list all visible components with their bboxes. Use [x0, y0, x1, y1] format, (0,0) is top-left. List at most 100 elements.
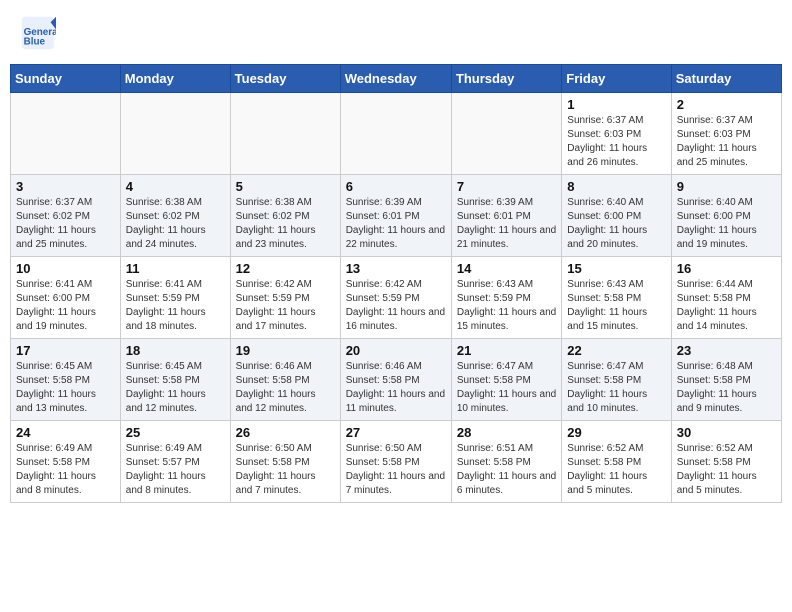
calendar-cell: 20 Sunrise: 6:46 AM Sunset: 5:58 PM Dayli… [340, 339, 451, 421]
day-info: Sunrise: 6:37 AM Sunset: 6:03 PM Dayligh… [677, 114, 776, 170]
day-number: 11 [126, 261, 225, 276]
day-number: 26 [236, 425, 335, 440]
calendar-week-row: 3 Sunrise: 6:37 AM Sunset: 6:02 PM Daylig… [11, 175, 782, 257]
day-number: 10 [16, 261, 115, 276]
day-number: 17 [16, 343, 115, 358]
day-info: Sunrise: 6:47 AM Sunset: 5:58 PM Dayligh… [457, 360, 556, 416]
day-number: 27 [346, 425, 446, 440]
calendar-cell: 30 Sunrise: 6:52 AM Sunset: 5:58 PM Dayli… [671, 421, 781, 503]
day-info: Sunrise: 6:52 AM Sunset: 5:58 PM Dayligh… [677, 442, 776, 498]
calendar-cell: 16 Sunrise: 6:44 AM Sunset: 5:58 PM Dayli… [671, 257, 781, 339]
day-info: Sunrise: 6:50 AM Sunset: 5:58 PM Dayligh… [346, 442, 446, 498]
calendar-cell [120, 93, 230, 175]
calendar-cell: 9 Sunrise: 6:40 AM Sunset: 6:00 PM Daylig… [671, 175, 781, 257]
day-info: Sunrise: 6:40 AM Sunset: 6:00 PM Dayligh… [567, 196, 665, 252]
calendar-cell: 28 Sunrise: 6:51 AM Sunset: 5:58 PM Dayli… [451, 421, 561, 503]
day-number: 4 [126, 179, 225, 194]
day-number: 7 [457, 179, 556, 194]
day-number: 12 [236, 261, 335, 276]
calendar-cell: 10 Sunrise: 6:41 AM Sunset: 6:00 PM Dayli… [11, 257, 121, 339]
day-info: Sunrise: 6:42 AM Sunset: 5:59 PM Dayligh… [236, 278, 335, 334]
day-info: Sunrise: 6:43 AM Sunset: 5:58 PM Dayligh… [567, 278, 665, 334]
weekday-header: Sunday [11, 65, 121, 93]
calendar-cell [340, 93, 451, 175]
calendar-cell: 26 Sunrise: 6:50 AM Sunset: 5:58 PM Dayli… [230, 421, 340, 503]
day-number: 5 [236, 179, 335, 194]
logo: General Blue [20, 15, 60, 51]
svg-text:Blue: Blue [24, 37, 46, 48]
calendar-cell: 5 Sunrise: 6:38 AM Sunset: 6:02 PM Daylig… [230, 175, 340, 257]
day-info: Sunrise: 6:41 AM Sunset: 6:00 PM Dayligh… [16, 278, 115, 334]
day-number: 8 [567, 179, 665, 194]
day-info: Sunrise: 6:40 AM Sunset: 6:00 PM Dayligh… [677, 196, 776, 252]
weekday-header: Friday [562, 65, 671, 93]
day-info: Sunrise: 6:51 AM Sunset: 5:58 PM Dayligh… [457, 442, 556, 498]
day-number: 13 [346, 261, 446, 276]
day-info: Sunrise: 6:39 AM Sunset: 6:01 PM Dayligh… [457, 196, 556, 252]
calendar-cell: 1Sunrise: 6:37 AM Sunset: 6:03 PM Daylig… [562, 93, 671, 175]
day-number: 9 [677, 179, 776, 194]
day-number: 15 [567, 261, 665, 276]
calendar-cell: 11 Sunrise: 6:41 AM Sunset: 5:59 PM Dayli… [120, 257, 230, 339]
day-number: 19 [236, 343, 335, 358]
calendar-cell: 14Sunrise: 6:43 AM Sunset: 5:59 PM Dayli… [451, 257, 561, 339]
weekday-header: Wednesday [340, 65, 451, 93]
calendar-cell: 27 Sunrise: 6:50 AM Sunset: 5:58 PM Dayli… [340, 421, 451, 503]
day-number: 18 [126, 343, 225, 358]
calendar-week-row: 17 Sunrise: 6:45 AM Sunset: 5:58 PM Dayli… [11, 339, 782, 421]
weekday-header: Tuesday [230, 65, 340, 93]
calendar-week-row: 10 Sunrise: 6:41 AM Sunset: 6:00 PM Dayli… [11, 257, 782, 339]
calendar-cell: 22 Sunrise: 6:47 AM Sunset: 5:58 PM Dayli… [562, 339, 671, 421]
day-info: Sunrise: 6:37 AM Sunset: 6:03 PM Dayligh… [567, 114, 665, 170]
day-number: 23 [677, 343, 776, 358]
calendar-cell [11, 93, 121, 175]
calendar-cell: 8 Sunrise: 6:40 AM Sunset: 6:00 PM Daylig… [562, 175, 671, 257]
calendar-cell: 3 Sunrise: 6:37 AM Sunset: 6:02 PM Daylig… [11, 175, 121, 257]
calendar-cell: 13 Sunrise: 6:42 AM Sunset: 5:59 PM Dayli… [340, 257, 451, 339]
page-header: General Blue [10, 10, 782, 56]
calendar-cell [451, 93, 561, 175]
day-info: Sunrise: 6:50 AM Sunset: 5:58 PM Dayligh… [236, 442, 335, 498]
day-number: 3 [16, 179, 115, 194]
calendar-week-row: 24Sunrise: 6:49 AM Sunset: 5:58 PM Dayli… [11, 421, 782, 503]
calendar-week-row: 1Sunrise: 6:37 AM Sunset: 6:03 PM Daylig… [11, 93, 782, 175]
calendar-cell: 29 Sunrise: 6:52 AM Sunset: 5:58 PM Dayli… [562, 421, 671, 503]
calendar-cell: 25 Sunrise: 6:49 AM Sunset: 5:57 PM Dayli… [120, 421, 230, 503]
day-info: Sunrise: 6:47 AM Sunset: 5:58 PM Dayligh… [567, 360, 665, 416]
day-number: 14 [457, 261, 556, 276]
calendar-cell: 21Sunrise: 6:47 AM Sunset: 5:58 PM Dayli… [451, 339, 561, 421]
day-info: Sunrise: 6:38 AM Sunset: 6:02 PM Dayligh… [236, 196, 335, 252]
calendar-cell: 15 Sunrise: 6:43 AM Sunset: 5:58 PM Dayli… [562, 257, 671, 339]
day-info: Sunrise: 6:41 AM Sunset: 5:59 PM Dayligh… [126, 278, 225, 334]
calendar-cell: 12 Sunrise: 6:42 AM Sunset: 5:59 PM Dayli… [230, 257, 340, 339]
day-info: Sunrise: 6:49 AM Sunset: 5:57 PM Dayligh… [126, 442, 225, 498]
calendar-cell: 24Sunrise: 6:49 AM Sunset: 5:58 PM Dayli… [11, 421, 121, 503]
day-info: Sunrise: 6:38 AM Sunset: 6:02 PM Dayligh… [126, 196, 225, 252]
day-number: 2 [677, 97, 776, 112]
calendar-cell: 23 Sunrise: 6:48 AM Sunset: 5:58 PM Dayli… [671, 339, 781, 421]
day-info: Sunrise: 6:45 AM Sunset: 5:58 PM Dayligh… [126, 360, 225, 416]
day-number: 24 [16, 425, 115, 440]
calendar-cell: 7 Sunrise: 6:39 AM Sunset: 6:01 PM Daylig… [451, 175, 561, 257]
day-number: 25 [126, 425, 225, 440]
calendar-cell: 18 Sunrise: 6:45 AM Sunset: 5:58 PM Dayli… [120, 339, 230, 421]
calendar-cell: 19 Sunrise: 6:46 AM Sunset: 5:58 PM Dayli… [230, 339, 340, 421]
day-number: 22 [567, 343, 665, 358]
day-info: Sunrise: 6:52 AM Sunset: 5:58 PM Dayligh… [567, 442, 665, 498]
day-info: Sunrise: 6:45 AM Sunset: 5:58 PM Dayligh… [16, 360, 115, 416]
day-info: Sunrise: 6:44 AM Sunset: 5:58 PM Dayligh… [677, 278, 776, 334]
day-info: Sunrise: 6:48 AM Sunset: 5:58 PM Dayligh… [677, 360, 776, 416]
weekday-header: Saturday [671, 65, 781, 93]
day-info: Sunrise: 6:42 AM Sunset: 5:59 PM Dayligh… [346, 278, 446, 334]
day-info: Sunrise: 6:37 AM Sunset: 6:02 PM Dayligh… [16, 196, 115, 252]
day-info: Sunrise: 6:46 AM Sunset: 5:58 PM Dayligh… [346, 360, 446, 416]
weekday-header: Thursday [451, 65, 561, 93]
day-number: 30 [677, 425, 776, 440]
day-number: 20 [346, 343, 446, 358]
day-info: Sunrise: 6:46 AM Sunset: 5:58 PM Dayligh… [236, 360, 335, 416]
day-number: 6 [346, 179, 446, 194]
calendar-cell: 6Sunrise: 6:39 AM Sunset: 6:01 PM Daylig… [340, 175, 451, 257]
day-number: 16 [677, 261, 776, 276]
day-number: 29 [567, 425, 665, 440]
day-number: 28 [457, 425, 556, 440]
